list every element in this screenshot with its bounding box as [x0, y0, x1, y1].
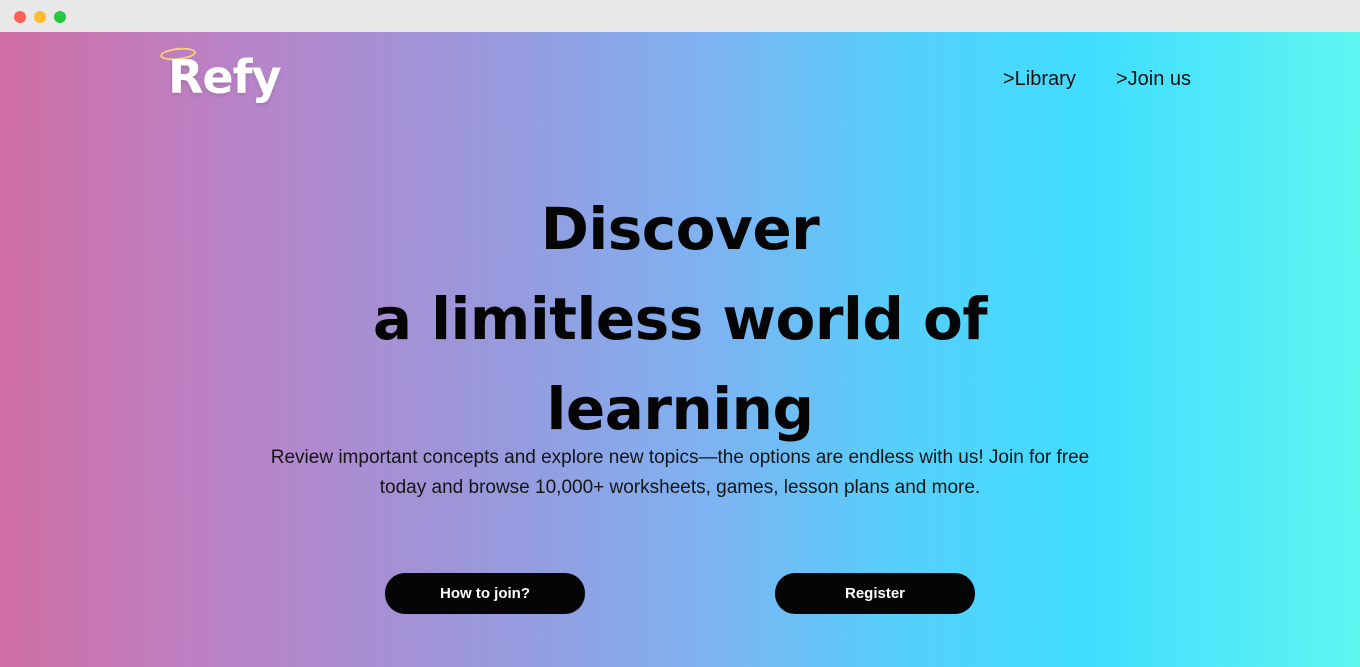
close-window-icon[interactable] [14, 11, 26, 23]
nav-link-join-us[interactable]: >Join us [1116, 68, 1191, 91]
hero-title-line: a limitless world of [372, 285, 988, 353]
hero-subtitle: Review important concepts and explore ne… [200, 443, 1160, 503]
site-logo[interactable]: Refy [168, 50, 282, 104]
zoom-window-icon[interactable] [54, 11, 66, 23]
window-titlebar [0, 0, 1360, 32]
landing-page: Refy >Library >Join us Discover a limitl… [0, 32, 1360, 667]
hero-title: Discover a limitless world of learning [280, 184, 1080, 454]
minimize-window-icon[interactable] [34, 11, 46, 23]
how-to-join-button[interactable]: How to join? [385, 573, 585, 614]
register-button[interactable]: Register [775, 573, 975, 614]
hero-title-line: learning [546, 375, 814, 443]
hero-subtitle-line: today and browse 10,000+ worksheets, gam… [379, 477, 981, 498]
hero-title-line: Discover [540, 195, 820, 263]
hero-subtitle-line: Review important concepts and explore ne… [270, 447, 1090, 468]
browser-window: Refy >Library >Join us Discover a limitl… [0, 0, 1360, 667]
nav-link-library[interactable]: >Library [1003, 68, 1076, 91]
